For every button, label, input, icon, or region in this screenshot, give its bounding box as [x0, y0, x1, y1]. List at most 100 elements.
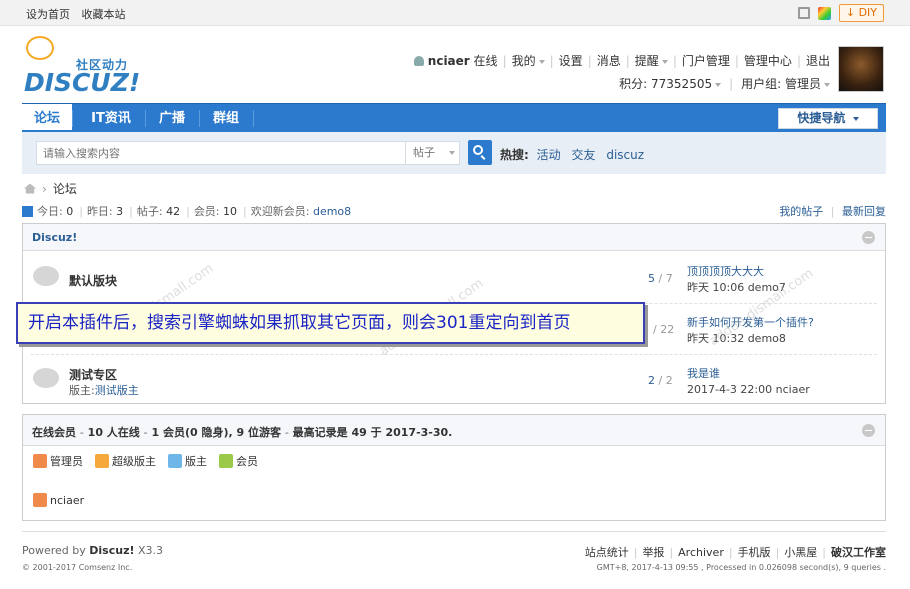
today-label: 今日:: [37, 205, 63, 218]
footer-link-archiver[interactable]: Archiver: [678, 546, 724, 559]
color-scheme-icon[interactable]: [817, 6, 831, 20]
points-menu[interactable]: 积分: 77352505: [619, 75, 722, 92]
admin-user-icon: [33, 454, 47, 468]
posts-label: 帖子:: [136, 205, 163, 218]
nav-item-forum[interactable]: 论坛: [22, 104, 72, 133]
settings-link[interactable]: 设置: [559, 52, 583, 69]
nav-item-it-news[interactable]: IT资讯: [77, 104, 145, 133]
top-tools: ↓ DIY: [797, 4, 884, 22]
online-header: 在线会员 - 10 人在线 - 1 会员(0 隐身), 9 位游客 - 最高记录…: [23, 415, 885, 446]
super-moderator-user-icon: [95, 454, 109, 468]
newest-member-link[interactable]: demo8: [313, 205, 351, 218]
top-links: 设为首页 收藏本站: [26, 6, 134, 22]
site-logo[interactable]: 社区动力 DISCUZ!: [24, 36, 144, 97]
collapse-icon[interactable]: [862, 231, 875, 244]
powered-by: Powered by Discuz! X3.3: [22, 544, 163, 557]
portal-admin-link[interactable]: 门户管理: [682, 52, 730, 69]
nav-divider: [253, 110, 254, 127]
moderator-link[interactable]: 测试版主: [95, 384, 139, 397]
footer-link-report[interactable]: 举报: [642, 544, 664, 560]
footer-link-mobile[interactable]: 手机版: [738, 544, 771, 560]
admin-user-icon: [33, 493, 47, 507]
hot-search-item[interactable]: discuz: [606, 148, 644, 162]
chevron-down-icon: [538, 59, 545, 64]
online-summary: 在线会员 - 10 人在线 - 1 会员(0 隐身), 9 位游客 - 最高记录…: [32, 426, 453, 439]
collapse-icon[interactable]: [862, 424, 875, 437]
top-utility-bar: 设为首页 收藏本站 ↓ DIY: [0, 0, 910, 26]
my-posts-link[interactable]: 我的帖子: [779, 205, 823, 218]
forum-name[interactable]: 测试专区: [69, 366, 117, 383]
quick-nav-button[interactable]: 快捷导航: [778, 108, 878, 129]
separator: |: [830, 205, 835, 218]
last-post-meta: 昨天 10:32 demo8: [687, 332, 786, 345]
online-user-link[interactable]: nciaer: [50, 494, 84, 507]
usergroup-menu[interactable]: 用户组: 管理员: [741, 75, 830, 92]
footer-link-studio[interactable]: 破汉工作室: [831, 544, 886, 560]
forum-last-post: 我是谁 2017-4-3 22:00 nciaer: [687, 366, 810, 398]
logout-link[interactable]: 退出: [806, 52, 830, 69]
last-post-meta: 昨天 10:06 demo7: [687, 281, 786, 294]
last-post-title[interactable]: 我是谁: [687, 366, 810, 382]
posts-count: 42: [166, 204, 181, 218]
legend-label: 会员: [236, 455, 258, 468]
avatar[interactable]: [838, 46, 884, 92]
user-info: 积分: 77352505 | 用户组: 管理员: [619, 75, 830, 92]
chevron-down-icon: [449, 151, 455, 155]
search-bar: 帖子 热搜: 活动 交友 discuz: [22, 132, 886, 174]
forum-stats: 今日: 0 | 昨日: 3 | 帖子: 42 | 会员: 10 | 欢迎新会员:…: [22, 203, 351, 219]
legend-label: 管理员: [50, 455, 83, 468]
chevron-down-icon: [824, 82, 830, 87]
processed-info: GMT+8, 2017-4-13 09:55 , Processed in 0.…: [596, 563, 886, 572]
nav-divider: [72, 110, 73, 127]
legend-item-member: 会员: [219, 453, 258, 469]
footer-link-stats[interactable]: 站点统计: [585, 544, 629, 560]
diy-button[interactable]: ↓ DIY: [838, 4, 884, 22]
forum-bubble-icon: [33, 368, 59, 388]
messages-link[interactable]: 消息: [597, 52, 621, 69]
hot-search-item[interactable]: 活动: [537, 148, 561, 162]
online-title[interactable]: 在线会员: [32, 426, 76, 439]
nav-item-groups[interactable]: 群组: [200, 104, 252, 133]
fullscreen-icon[interactable]: [797, 7, 810, 19]
search-icon: [473, 145, 483, 155]
thread-count: 5: [648, 272, 655, 285]
reminders-menu[interactable]: 提醒: [635, 52, 668, 69]
breadcrumb-separator: ›: [42, 181, 47, 196]
latest-replies-link[interactable]: 最新回复: [842, 205, 886, 218]
chevron-down-icon: [715, 82, 722, 87]
hot-search-item[interactable]: 交友: [571, 148, 595, 162]
last-post-title[interactable]: 顶顶顶顶大大大: [687, 264, 786, 280]
bookmark-link[interactable]: 收藏本站: [82, 8, 126, 21]
last-post-title[interactable]: 新手如何开发第一个插件?: [687, 315, 814, 331]
footer-link-blacklist[interactable]: 小黑屋: [784, 544, 817, 560]
home-icon[interactable]: [24, 183, 36, 194]
breadcrumb: › 论坛: [24, 180, 77, 197]
footer-divider: [22, 531, 886, 532]
category-title[interactable]: Discuz!: [32, 231, 77, 244]
forum-row: 默认版块 5 / 7 顶顶顶顶大大大 昨天 10:06 demo7: [23, 252, 885, 304]
forum-name[interactable]: 默认版块: [69, 272, 117, 289]
forum-last-post: 新手如何开发第一个插件? 昨天 10:32 demo8: [687, 315, 814, 347]
set-home-link[interactable]: 设为首页: [26, 8, 70, 21]
forum-moderator: 版主:测试版主: [69, 382, 139, 398]
yesterday-count: 3: [116, 204, 124, 218]
search-input[interactable]: [36, 141, 406, 165]
user-menu: nciaer 在线 | 我的 | 设置 | 消息 | 提醒 | 门户管理 | 管…: [413, 52, 830, 69]
my-menu[interactable]: 我的: [512, 52, 545, 69]
nav-item-broadcast[interactable]: 广播: [146, 104, 198, 133]
search-button[interactable]: [468, 140, 492, 165]
product-version: X3.3: [138, 544, 164, 557]
legend-item-moderator: 版主: [168, 453, 207, 469]
post-count: 22: [660, 323, 675, 336]
breadcrumb-current[interactable]: 论坛: [53, 180, 77, 197]
admin-center-link[interactable]: 管理中心: [744, 52, 792, 69]
yesterday-label: 昨日:: [86, 205, 113, 218]
online-total: 10 人在线: [87, 426, 140, 439]
username-link[interactable]: nciaer: [428, 54, 470, 68]
product-link[interactable]: Discuz!: [89, 544, 134, 557]
copyright: © 2001-2017 Comsenz Inc.: [22, 563, 133, 572]
online-members: 1 会员(0 隐身), 9 位游客: [151, 426, 281, 439]
thread-count: 2: [648, 374, 655, 387]
forum-counts: 5 / 7: [648, 272, 673, 285]
search-type-select[interactable]: 帖子: [406, 141, 460, 165]
